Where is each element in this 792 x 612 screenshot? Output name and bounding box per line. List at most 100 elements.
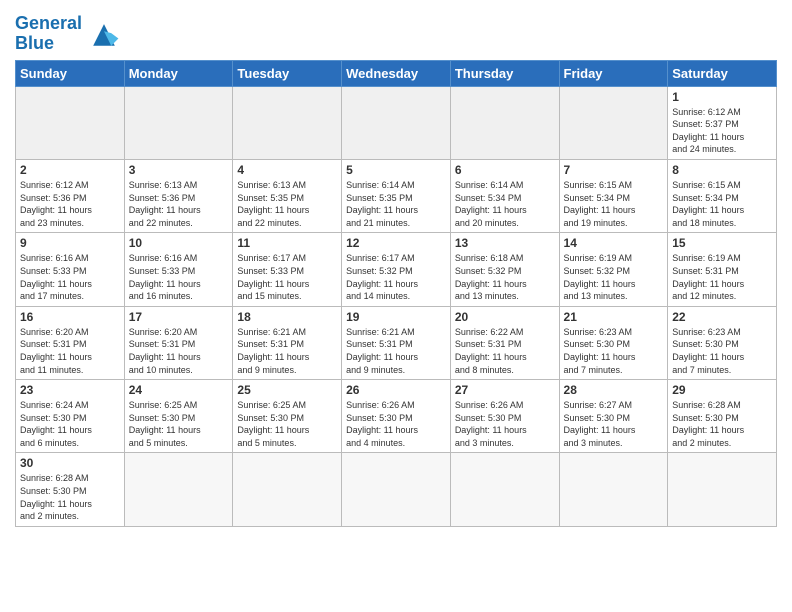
calendar-cell [559, 86, 668, 159]
day-info: Sunrise: 6:26 AMSunset: 5:30 PMDaylight:… [346, 399, 446, 449]
day-number: 7 [564, 163, 664, 177]
day-number: 3 [129, 163, 229, 177]
calendar-cell: 17Sunrise: 6:20 AMSunset: 5:31 PMDayligh… [124, 306, 233, 379]
day-number: 25 [237, 383, 337, 397]
day-number: 8 [672, 163, 772, 177]
day-number: 20 [455, 310, 555, 324]
calendar-row: 2Sunrise: 6:12 AMSunset: 5:36 PMDaylight… [16, 159, 777, 232]
day-number: 23 [20, 383, 120, 397]
day-number: 11 [237, 236, 337, 250]
day-info: Sunrise: 6:17 AMSunset: 5:33 PMDaylight:… [237, 252, 337, 302]
weekday-header-row: SundayMondayTuesdayWednesdayThursdayFrid… [16, 60, 777, 86]
calendar-cell: 19 Sunrise: 6:21 AMSunset: 5:31 PMDayligh… [342, 306, 451, 379]
calendar-cell: 8Sunrise: 6:15 AMSunset: 5:34 PMDaylight… [668, 159, 777, 232]
calendar-cell: 21Sunrise: 6:23 AMSunset: 5:30 PMDayligh… [559, 306, 668, 379]
logo: General Blue [15, 14, 122, 54]
calendar-cell [233, 86, 342, 159]
logo-icon [86, 20, 122, 48]
day-number: 21 [564, 310, 664, 324]
weekday-monday: Monday [124, 60, 233, 86]
calendar-cell: 11 Sunrise: 6:17 AMSunset: 5:33 PMDayligh… [233, 233, 342, 306]
day-number: 6 [455, 163, 555, 177]
day-info: Sunrise: 6:25 AMSunset: 5:30 PMDaylight:… [237, 399, 337, 449]
day-info: Sunrise: 6:17 AMSunset: 5:32 PMDaylight:… [346, 252, 446, 302]
calendar-cell: 29Sunrise: 6:28 AMSunset: 5:30 PMDayligh… [668, 380, 777, 453]
day-info: Sunrise: 6:14 AMSunset: 5:34 PMDaylight:… [455, 179, 555, 229]
calendar-cell: 10Sunrise: 6:16 AMSunset: 5:33 PMDayligh… [124, 233, 233, 306]
calendar-cell: 1Sunrise: 6:12 AMSunset: 5:37 PMDaylight… [668, 86, 777, 159]
calendar-cell: 25 Sunrise: 6:25 AMSunset: 5:30 PMDayligh… [233, 380, 342, 453]
day-number: 5 [346, 163, 446, 177]
logo-blue: Blue [15, 34, 82, 54]
day-number: 28 [564, 383, 664, 397]
day-info: Sunrise: 6:18 AMSunset: 5:32 PMDaylight:… [455, 252, 555, 302]
calendar-cell: 24Sunrise: 6:25 AMSunset: 5:30 PMDayligh… [124, 380, 233, 453]
day-info: Sunrise: 6:27 AMSunset: 5:30 PMDaylight:… [564, 399, 664, 449]
calendar-cell: 13 Sunrise: 6:18 AMSunset: 5:32 PMDayligh… [450, 233, 559, 306]
calendar-cell: 7 Sunrise: 6:15 AMSunset: 5:34 PMDaylight… [559, 159, 668, 232]
day-number: 29 [672, 383, 772, 397]
calendar-cell: 22 Sunrise: 6:23 AMSunset: 5:30 PMDayligh… [668, 306, 777, 379]
calendar-row: 1Sunrise: 6:12 AMSunset: 5:37 PMDaylight… [16, 86, 777, 159]
day-info: Sunrise: 6:22 AMSunset: 5:31 PMDaylight:… [455, 326, 555, 376]
day-info: Sunrise: 6:15 AMSunset: 5:34 PMDaylight:… [564, 179, 664, 229]
calendar-cell [450, 453, 559, 526]
day-number: 27 [455, 383, 555, 397]
day-info: Sunrise: 6:23 AMSunset: 5:30 PMDaylight:… [672, 326, 772, 376]
calendar-row: 23 Sunrise: 6:24 AMSunset: 5:30 PMDayligh… [16, 380, 777, 453]
calendar-cell: 26 Sunrise: 6:26 AMSunset: 5:30 PMDayligh… [342, 380, 451, 453]
day-info: Sunrise: 6:20 AMSunset: 5:31 PMDaylight:… [129, 326, 229, 376]
day-info: Sunrise: 6:20 AMSunset: 5:31 PMDaylight:… [20, 326, 120, 376]
calendar-cell: 2Sunrise: 6:12 AMSunset: 5:36 PMDaylight… [16, 159, 125, 232]
day-number: 18 [237, 310, 337, 324]
calendar-cell: 18 Sunrise: 6:21 AMSunset: 5:31 PMDayligh… [233, 306, 342, 379]
calendar-cell [16, 86, 125, 159]
day-info: Sunrise: 6:16 AMSunset: 5:33 PMDaylight:… [20, 252, 120, 302]
day-number: 22 [672, 310, 772, 324]
weekday-tuesday: Tuesday [233, 60, 342, 86]
calendar-cell: 4 Sunrise: 6:13 AMSunset: 5:35 PMDaylight… [233, 159, 342, 232]
day-info: Sunrise: 6:13 AMSunset: 5:36 PMDaylight:… [129, 179, 229, 229]
day-number: 12 [346, 236, 446, 250]
calendar-cell: 12 Sunrise: 6:17 AMSunset: 5:32 PMDayligh… [342, 233, 451, 306]
calendar-cell: 15 Sunrise: 6:19 AMSunset: 5:31 PMDayligh… [668, 233, 777, 306]
day-number: 4 [237, 163, 337, 177]
calendar-row: 9 Sunrise: 6:16 AMSunset: 5:33 PMDaylight… [16, 233, 777, 306]
weekday-wednesday: Wednesday [342, 60, 451, 86]
calendar-cell [342, 86, 451, 159]
day-number: 24 [129, 383, 229, 397]
day-number: 13 [455, 236, 555, 250]
day-number: 26 [346, 383, 446, 397]
calendar-cell [124, 453, 233, 526]
weekday-saturday: Saturday [668, 60, 777, 86]
logo-general: General [15, 13, 82, 33]
weekday-sunday: Sunday [16, 60, 125, 86]
calendar-cell [668, 453, 777, 526]
calendar-cell: 14Sunrise: 6:19 AMSunset: 5:32 PMDayligh… [559, 233, 668, 306]
day-info: Sunrise: 6:13 AMSunset: 5:35 PMDaylight:… [237, 179, 337, 229]
day-info: Sunrise: 6:24 AMSunset: 5:30 PMDaylight:… [20, 399, 120, 449]
calendar-cell [233, 453, 342, 526]
day-info: Sunrise: 6:28 AMSunset: 5:30 PMDaylight:… [20, 472, 120, 522]
day-info: Sunrise: 6:21 AMSunset: 5:31 PMDaylight:… [237, 326, 337, 376]
day-number: 1 [672, 90, 772, 104]
calendar-cell: 16 Sunrise: 6:20 AMSunset: 5:31 PMDayligh… [16, 306, 125, 379]
day-number: 15 [672, 236, 772, 250]
logo-text: General [15, 14, 82, 34]
day-number: 19 [346, 310, 446, 324]
calendar-cell: 27Sunrise: 6:26 AMSunset: 5:30 PMDayligh… [450, 380, 559, 453]
calendar-cell [559, 453, 668, 526]
calendar-cell: 23 Sunrise: 6:24 AMSunset: 5:30 PMDayligh… [16, 380, 125, 453]
day-number: 9 [20, 236, 120, 250]
calendar-cell: 9 Sunrise: 6:16 AMSunset: 5:33 PMDaylight… [16, 233, 125, 306]
calendar-cell [342, 453, 451, 526]
day-info: Sunrise: 6:21 AMSunset: 5:31 PMDaylight:… [346, 326, 446, 376]
day-number: 30 [20, 456, 120, 470]
day-info: Sunrise: 6:14 AMSunset: 5:35 PMDaylight:… [346, 179, 446, 229]
calendar-row: 16 Sunrise: 6:20 AMSunset: 5:31 PMDayligh… [16, 306, 777, 379]
calendar-cell: 5 Sunrise: 6:14 AMSunset: 5:35 PMDaylight… [342, 159, 451, 232]
day-info: Sunrise: 6:19 AMSunset: 5:32 PMDaylight:… [564, 252, 664, 302]
day-info: Sunrise: 6:19 AMSunset: 5:31 PMDaylight:… [672, 252, 772, 302]
day-number: 16 [20, 310, 120, 324]
weekday-thursday: Thursday [450, 60, 559, 86]
